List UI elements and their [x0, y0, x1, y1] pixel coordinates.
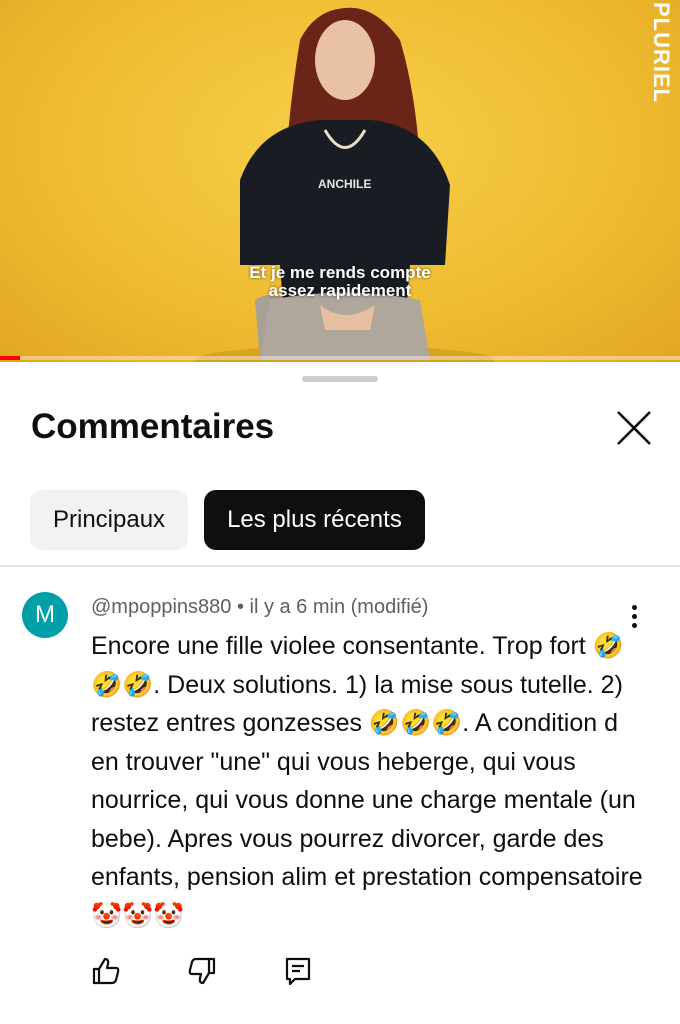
drag-handle[interactable] — [302, 376, 378, 382]
channel-logo: PLURIEL — [649, 2, 674, 104]
comment-actions — [90, 955, 378, 987]
video-frame: ANCHILE — [195, 7, 495, 362]
video-subtitle: Et je me rends compte assez rapidement — [249, 263, 431, 300]
close-icon[interactable] — [612, 406, 656, 450]
video-player[interactable]: ANCHILE PLURIEL Et je me rends compte as… — [0, 0, 680, 362]
dislike-icon[interactable] — [186, 955, 218, 987]
chip-principaux[interactable]: Principaux — [30, 490, 189, 550]
reply-icon[interactable] — [282, 955, 314, 987]
divider — [0, 565, 680, 567]
like-icon[interactable] — [90, 955, 122, 987]
filter-chips: Principaux Les plus récents — [30, 490, 425, 550]
avatar[interactable]: M — [22, 592, 68, 638]
comments-sheet: Commentaires Principaux Les plus récents… — [0, 362, 680, 1024]
sheet-title: Commentaires — [31, 407, 275, 446]
shirt-text: ANCHILE — [318, 177, 371, 191]
comment-meta: @mpoppins880 • il y a 6 min (modifié) — [91, 596, 429, 618]
comment-text: Encore une fille violee consentante. Tro… — [91, 632, 643, 930]
progress-fill — [0, 356, 21, 360]
chip-plus-recents[interactable]: Les plus récents — [204, 490, 425, 550]
progress-bar[interactable] — [0, 356, 680, 360]
